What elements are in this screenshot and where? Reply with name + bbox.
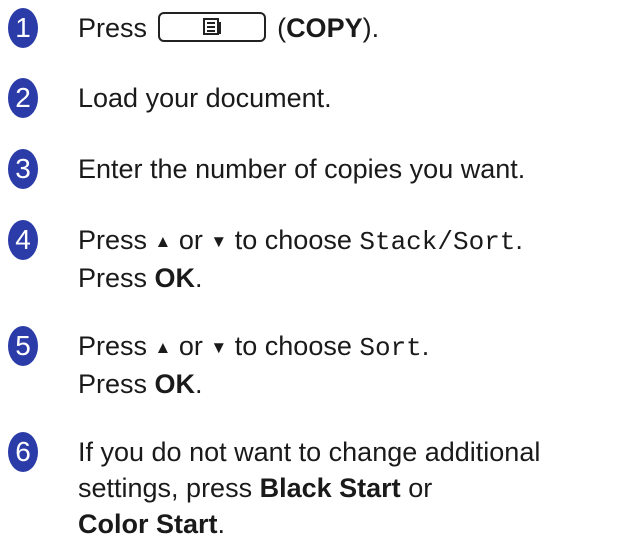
period: . <box>195 263 203 293</box>
paren-open: ( <box>277 13 287 43</box>
up-arrow-icon: ▲ <box>154 338 172 357</box>
step-number-badge: 6 <box>8 432 38 472</box>
menu-option: Sort <box>359 333 422 363</box>
step-text: Press ▲ or ▼ to choose Stack/Sort. Press… <box>78 222 523 296</box>
paren-close: ). <box>362 13 380 43</box>
period: . <box>217 509 226 539</box>
step-text: Press ▲ or ▼ to choose Sort. Press OK. <box>78 328 429 402</box>
step-number-badge: 4 <box>8 220 38 260</box>
settings-text: settings, press <box>78 473 253 503</box>
up-arrow-icon: ▲ <box>154 232 172 251</box>
step-text: Enter the number of copies you want. <box>78 154 526 184</box>
step-text: Load your document. <box>78 83 332 113</box>
step-text: If you do not want to change additional … <box>78 434 540 542</box>
color-start-key-label: Color Start <box>78 509 218 539</box>
step-number-badge: 5 <box>8 326 38 366</box>
step-number-badge: 3 <box>8 149 38 189</box>
step-line-2: Press OK. <box>78 260 523 296</box>
step-line-1: If you do not want to change additional <box>78 437 541 467</box>
copy-key-icon <box>157 12 266 42</box>
press-text: Press <box>78 13 148 43</box>
copy-key-glyph <box>202 18 221 35</box>
menu-option: Stack/Sort <box>359 227 516 257</box>
step-number-badge: 2 <box>8 78 38 118</box>
period: . <box>195 369 203 399</box>
or-text: or <box>178 331 203 361</box>
step-text: Press (COPY). <box>78 10 379 46</box>
step-line-1: Press ▲ or ▼ to choose Stack/Sort. <box>78 222 523 260</box>
or-text: or <box>408 473 433 503</box>
step-line-2: Press OK. <box>78 366 429 402</box>
black-start-key-label: Black Start <box>259 473 401 503</box>
period: . <box>515 225 523 255</box>
press-text: Press <box>78 225 148 255</box>
step-line-1: Press ▲ or ▼ to choose Sort. <box>78 328 429 366</box>
copy-key-label: COPY <box>286 13 363 43</box>
or-text: or <box>178 225 203 255</box>
period: . <box>421 331 430 361</box>
press-text: Press <box>78 331 148 361</box>
down-arrow-icon: ▼ <box>210 232 228 251</box>
step-line-3: Color Start. <box>78 506 540 542</box>
press-text: Press <box>78 369 148 399</box>
ok-key-label: OK <box>154 263 196 293</box>
step-number-badge: 1 <box>8 8 38 48</box>
press-text: Press <box>78 263 148 293</box>
to-choose-text: to choose <box>234 225 352 255</box>
ok-key-label: OK <box>154 369 196 399</box>
step-line-2: settings, press Black Start or <box>78 470 540 506</box>
down-arrow-icon: ▼ <box>210 338 228 357</box>
to-choose-text: to choose <box>234 331 352 361</box>
